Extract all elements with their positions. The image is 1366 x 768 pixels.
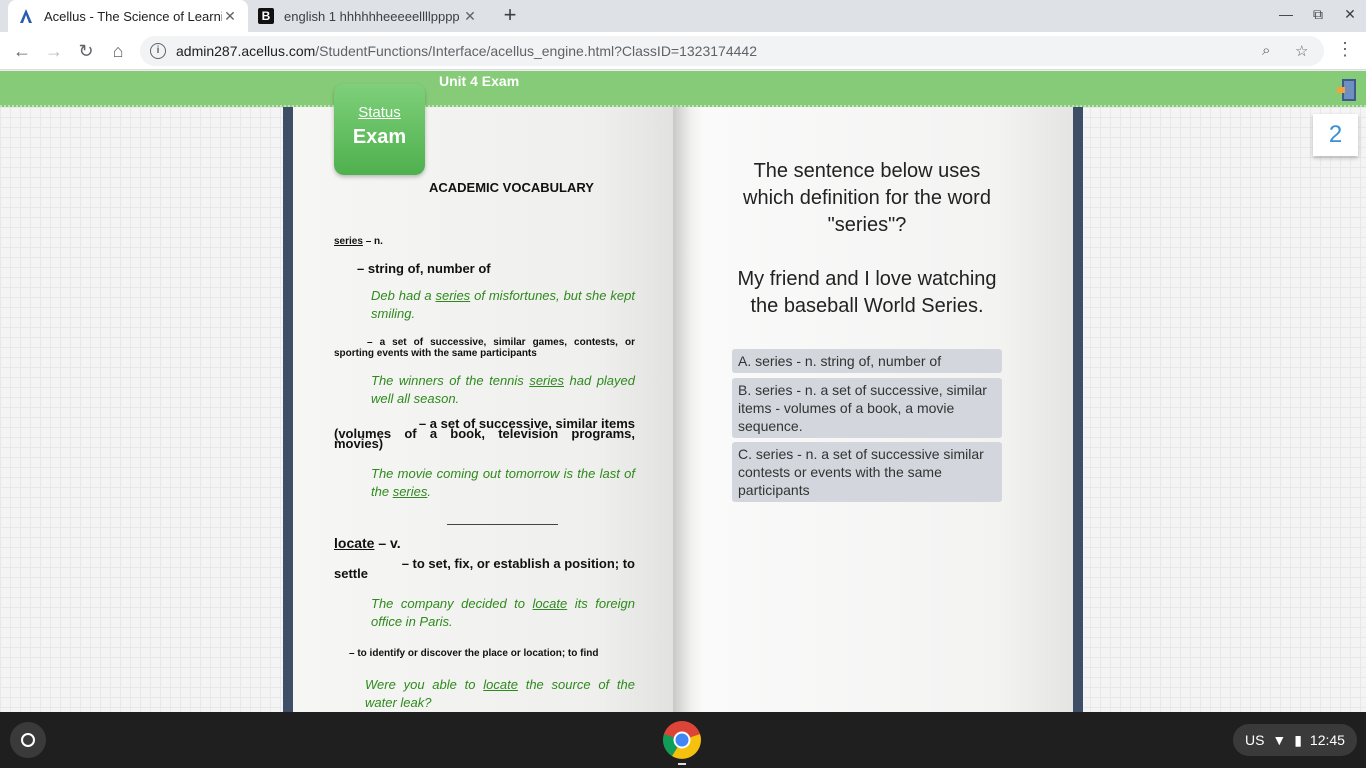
definition-2: – a set of successive, similar games, co… bbox=[334, 337, 635, 359]
battery-icon: ▮ bbox=[1294, 731, 1302, 748]
tab-brainly[interactable]: B english 1 hhhhhheeeeellllpppp m ✕ bbox=[248, 0, 488, 32]
exit-door-icon[interactable] bbox=[1336, 77, 1358, 103]
definition-text: – to set, fix, or establish a position; … bbox=[401, 556, 635, 571]
status-badge: Status Exam bbox=[334, 84, 425, 175]
definition-1: – string of, number of bbox=[357, 261, 491, 276]
status-label: Status bbox=[358, 104, 401, 121]
status-tray[interactable]: US ▼ ▮ 12:45 bbox=[1233, 724, 1357, 756]
answer-choice-c[interactable]: C. series - n. a set of successive simil… bbox=[732, 442, 1002, 502]
series-entry-header: series – n. bbox=[334, 236, 383, 247]
forward-icon[interactable]: → bbox=[42, 39, 66, 63]
question-sentence: My friend and I love watching the baseba… bbox=[737, 268, 997, 317]
question-number-tab[interactable]: 2 bbox=[1313, 114, 1358, 156]
exam-header: Unit 4 Exam bbox=[0, 71, 1366, 107]
answer-choice-b[interactable]: B. series - n. a set of successive, simi… bbox=[732, 378, 1002, 438]
acellus-logo-icon bbox=[18, 8, 34, 24]
example-text: The winners of the tennis bbox=[371, 373, 530, 388]
example-5: Were you able to locate the source of th… bbox=[365, 676, 635, 712]
locale-indicator: US bbox=[1244, 732, 1265, 748]
definition-5: – to identify or discover the place or l… bbox=[349, 648, 599, 659]
zoom-icon[interactable]: ⌕ bbox=[1262, 42, 1270, 59]
section-divider bbox=[447, 524, 558, 525]
example-text: Deb had a bbox=[371, 288, 436, 303]
tab-strip: Acellus - The Science of Learning ✕ B en… bbox=[0, 0, 1366, 32]
example-1: Deb had a series of misfortunes, but she… bbox=[371, 287, 635, 323]
browser-menu-icon[interactable]: ⋮ bbox=[1336, 39, 1354, 60]
tab-close-icon[interactable]: ✕ bbox=[222, 8, 238, 24]
example-3: The movie coming out tomorrow is the las… bbox=[371, 465, 635, 501]
url-host: admin287.acellus.com bbox=[176, 43, 316, 59]
bookmark-star-icon[interactable]: ☆ bbox=[1295, 42, 1308, 60]
vocab-heading: ACADEMIC VOCABULARY bbox=[429, 180, 594, 195]
tab-close-icon[interactable]: ✕ bbox=[462, 8, 478, 24]
browser-toolbar: ← → ↻ ⌂ i admin287.acellus.com/StudentFu… bbox=[0, 32, 1366, 70]
window-close-icon[interactable]: ✕ bbox=[1340, 6, 1360, 23]
restore-icon[interactable]: ⧉ bbox=[1308, 6, 1328, 23]
definition-4: – to set, fix, or establish a position; … bbox=[334, 556, 635, 580]
tab-title: english 1 hhhhhheeeeellllpppp m bbox=[284, 8, 462, 24]
url-path: /StudentFunctions/Interface/acellus_engi… bbox=[315, 43, 757, 59]
address-bar[interactable]: i admin287.acellus.com/StudentFunctions/… bbox=[140, 36, 1324, 66]
status-value: Exam bbox=[352, 126, 407, 148]
home-icon[interactable]: ⌂ bbox=[106, 39, 130, 63]
minimize-icon[interactable]: — bbox=[1276, 6, 1296, 22]
book-spine bbox=[673, 107, 703, 712]
running-indicator bbox=[678, 763, 686, 765]
example-keyword: series bbox=[392, 484, 428, 499]
example-text: Were you able to bbox=[365, 677, 484, 692]
series-word: series bbox=[334, 236, 363, 247]
example-keyword: locate bbox=[483, 677, 518, 692]
series-pos: – n. bbox=[362, 236, 383, 247]
back-icon[interactable]: ← bbox=[10, 39, 34, 63]
wifi-icon: ▼ bbox=[1272, 732, 1287, 748]
new-tab-icon[interactable]: + bbox=[498, 4, 522, 28]
launcher-button[interactable] bbox=[10, 722, 46, 758]
tab-acellus[interactable]: Acellus - The Science of Learning ✕ bbox=[8, 0, 248, 32]
locate-word: locate bbox=[334, 535, 375, 551]
answer-choice-a[interactable]: A. series - n. string of, number of bbox=[732, 349, 1002, 373]
example-keyword: series bbox=[529, 373, 564, 388]
example-4: The company decided to locate its foreig… bbox=[371, 595, 635, 631]
clock: 12:45 bbox=[1309, 732, 1345, 748]
example-keyword: locate bbox=[532, 596, 568, 611]
brainly-logo-icon: B bbox=[258, 8, 274, 24]
locate-pos: – v. bbox=[374, 535, 401, 551]
chrome-app-icon[interactable] bbox=[662, 720, 702, 760]
launcher-circle-icon bbox=[21, 733, 35, 747]
example-keyword: series bbox=[435, 288, 471, 303]
site-info-icon[interactable]: i bbox=[150, 43, 166, 59]
reload-icon[interactable]: ↻ bbox=[74, 39, 98, 63]
tab-title: Acellus - The Science of Learning bbox=[44, 8, 222, 24]
question-prompt: The sentence below uses which definition… bbox=[743, 160, 991, 236]
definition-text: (volumes of a book, television programs,… bbox=[334, 426, 635, 451]
exam-title: Unit 4 Exam bbox=[439, 73, 520, 89]
example-2: The winners of the tennis series had pla… bbox=[371, 372, 635, 408]
example-text: The company decided to bbox=[371, 596, 533, 611]
example-text: . bbox=[427, 484, 431, 499]
definition-3: – a set of successive, similar items (vo… bbox=[334, 417, 635, 451]
locate-entry-header: locate – v. bbox=[334, 535, 401, 551]
